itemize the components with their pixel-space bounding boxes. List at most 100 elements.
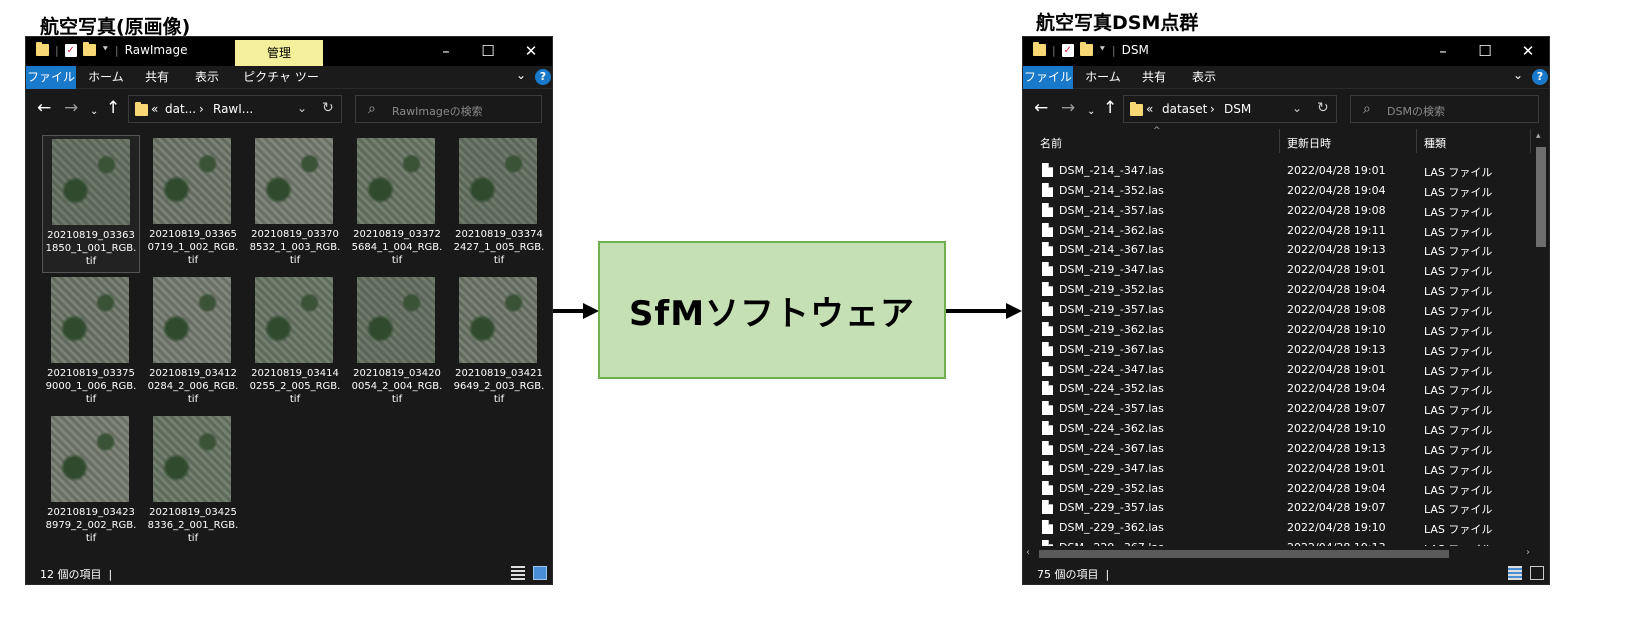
chevron-down-icon[interactable]: ⌄ <box>1292 101 1302 115</box>
search-input[interactable]: ⌕ RawImageの検索 <box>355 95 542 123</box>
file-row[interactable]: DSM_-219_-367.las 2022/04/28 19:13 LAS ファイ… <box>1023 340 1533 360</box>
file-row[interactable]: DSM_-214_-367.las 2022/04/28 19:13 LAS ファイ… <box>1023 240 1533 260</box>
close-icon[interactable]: ✕ <box>511 41 551 61</box>
scroll-up-icon[interactable]: ▴ <box>1536 131 1541 141</box>
help-icon[interactable]: ? <box>535 69 551 85</box>
maximize-icon[interactable]: ☐ <box>1465 41 1505 61</box>
image-thumbnail[interactable]: 20210819_034219649_2_003_RGB.tif <box>450 274 548 412</box>
file-date: 2022/04/28 19:11 <box>1287 223 1386 237</box>
image-thumbnail[interactable]: 20210819_033759000_1_006_RGB.tif <box>42 274 140 412</box>
file-row[interactable]: DSM_-214_-347.las 2022/04/28 19:01 LAS ファイ… <box>1023 161 1533 181</box>
details-view-icon[interactable] <box>1508 566 1522 580</box>
arrow-up-icon[interactable]: ↑ <box>1103 99 1117 117</box>
file-date: 2022/04/28 19:13 <box>1287 243 1386 257</box>
breadcrumb-prefix[interactable]: « <box>1146 102 1153 116</box>
image-thumbnail[interactable]: 20210819_034258336_2_001_RGB.tif <box>144 413 242 551</box>
new-folder-icon[interactable] <box>1079 42 1093 56</box>
maximize-icon[interactable]: ☐ <box>468 41 508 61</box>
file-row[interactable]: DSM_-219_-352.las 2022/04/28 19:04 LAS ファイ… <box>1023 280 1533 300</box>
thumbnail-filename: 20210819_034120284_2_006_RGB.tif <box>147 368 239 405</box>
arrow-left-icon[interactable]: ← <box>37 99 51 117</box>
image-thumbnail[interactable]: 20210819_033725684_1_004_RGB.tif <box>348 135 446 273</box>
file-row[interactable]: DSM_-229_-357.las 2022/04/28 19:07 LAS ファイ… <box>1023 498 1533 518</box>
column-type[interactable]: 種類 <box>1424 135 1446 151</box>
file-row[interactable]: DSM_-224_-362.las 2022/04/28 19:10 LAS ファイ… <box>1023 419 1533 439</box>
large-icons-view-icon[interactable] <box>1530 566 1544 580</box>
address-bar[interactable]: « dataset › DSM ⌄ ↻ <box>1123 95 1337 123</box>
arrow-right-icon[interactable]: → <box>1061 99 1075 117</box>
image-thumbnail[interactable]: 20210819_034120284_2_006_RGB.tif <box>144 274 242 412</box>
vertical-scrollbar[interactable]: ▴ ▾ <box>1533 129 1549 577</box>
scrollbar-thumb[interactable] <box>1536 147 1546 247</box>
file-row[interactable]: DSM_-224_-347.las 2022/04/28 19:01 LAS ファイ… <box>1023 360 1533 380</box>
details-view-icon[interactable] <box>511 566 525 580</box>
column-date[interactable]: 更新日時 <box>1287 135 1331 151</box>
file-row[interactable]: DSM_-224_-352.las 2022/04/28 19:04 LAS ファイ… <box>1023 379 1533 399</box>
arrow-right-icon[interactable]: → <box>64 99 78 117</box>
file-row[interactable]: DSM_-214_-357.las 2022/04/28 19:08 LAS ファイ… <box>1023 201 1533 221</box>
scrollbar-thumb[interactable] <box>1039 550 1449 558</box>
chevron-down-icon[interactable]: ⌄ <box>297 101 307 115</box>
close-icon[interactable]: ✕ <box>1508 41 1548 61</box>
customize-quick-access-icon[interactable]: ⯆ <box>102 45 109 55</box>
tab-home[interactable]: ホーム <box>82 66 130 89</box>
file-row[interactable]: DSM_-219_-347.las 2022/04/28 19:01 LAS ファイ… <box>1023 260 1533 280</box>
customize-quick-access-icon[interactable]: ⯆ <box>1099 45 1106 55</box>
image-thumbnail[interactable]: 20210819_033742427_1_005_RGB.tif <box>450 135 548 273</box>
refresh-icon[interactable]: ↻ <box>1317 100 1329 116</box>
image-thumbnail[interactable]: 20210819_034140255_2_005_RGB.tif <box>246 274 344 412</box>
horizontal-scrollbar[interactable]: ‹ › <box>1023 546 1533 562</box>
column-divider[interactable] <box>1416 129 1417 153</box>
column-divider[interactable] <box>1530 129 1531 153</box>
aerial-photo-thumbnail <box>459 277 537 363</box>
address-bar[interactable]: « dat... › RawI... ⌄ ↻ <box>128 95 342 123</box>
file-row[interactable]: DSM_-219_-357.las 2022/04/28 19:08 LAS ファイ… <box>1023 300 1533 320</box>
breadcrumb-prefix[interactable]: « <box>151 102 158 116</box>
image-thumbnail[interactable]: 20210819_033650719_1_002_RGB.tif <box>144 135 242 273</box>
image-thumbnail[interactable]: 20210819_033631850_1_001_RGB.tif <box>42 135 140 273</box>
scroll-left-icon[interactable]: ‹ <box>1026 547 1030 558</box>
arrow-left-icon[interactable]: ← <box>1034 99 1048 117</box>
minimize-icon[interactable]: – <box>426 41 466 61</box>
properties-icon[interactable]: ✓ <box>1061 43 1074 57</box>
image-thumbnail[interactable]: 20210819_033708532_1_003_RGB.tif <box>246 135 344 273</box>
new-folder-icon[interactable] <box>82 42 96 56</box>
scroll-right-icon[interactable]: › <box>1526 547 1530 558</box>
arrow-up-icon[interactable]: ↑ <box>106 99 120 117</box>
large-icons-view-icon[interactable] <box>533 566 547 580</box>
tab-picture-tools[interactable]: ピクチャ ツール <box>238 66 324 107</box>
file-row[interactable]: DSM_-229_-352.las 2022/04/28 19:04 LAS ファイ… <box>1023 479 1533 499</box>
file-row[interactable]: DSM_-214_-352.las 2022/04/28 19:04 LAS ファイ… <box>1023 181 1533 201</box>
chevron-down-icon[interactable]: ⌄ <box>90 103 98 121</box>
chevron-down-icon[interactable]: ⌄ <box>1087 103 1095 121</box>
refresh-icon[interactable]: ↻ <box>322 100 334 116</box>
properties-icon[interactable]: ✓ <box>64 43 77 57</box>
breadcrumb-dsm[interactable]: DSM <box>1224 102 1251 116</box>
tab-manage[interactable]: 管理 <box>235 40 323 66</box>
column-divider[interactable] <box>1279 129 1280 153</box>
chevron-down-icon[interactable]: ⌄ <box>1513 68 1523 82</box>
image-thumbnail[interactable]: 20210819_034200054_2_004_RGB.tif <box>348 274 446 412</box>
chevron-down-icon[interactable]: ⌄ <box>516 68 526 82</box>
file-row[interactable]: DSM_-224_-357.las 2022/04/28 19:07 LAS ファイ… <box>1023 399 1533 419</box>
tab-view[interactable]: 表示 <box>184 66 230 89</box>
file-row[interactable]: DSM_-224_-367.las 2022/04/28 19:13 LAS ファイ… <box>1023 439 1533 459</box>
search-input[interactable]: ⌕ DSMの検索 <box>1350 95 1539 123</box>
tab-share[interactable]: 共有 <box>1131 66 1177 89</box>
breadcrumb-dataset[interactable]: dataset <box>1162 102 1207 116</box>
tab-file[interactable]: ファイル <box>1023 66 1073 89</box>
tab-home[interactable]: ホーム <box>1079 66 1127 89</box>
breadcrumb-rawimage[interactable]: RawI... <box>213 102 253 116</box>
breadcrumb-dataset[interactable]: dat... <box>165 102 196 116</box>
image-thumbnail[interactable]: 20210819_034238979_2_002_RGB.tif <box>42 413 140 551</box>
tab-file[interactable]: ファイル <box>26 66 76 89</box>
tab-share[interactable]: 共有 <box>134 66 180 89</box>
column-name[interactable]: 名前 <box>1040 135 1062 151</box>
file-row[interactable]: DSM_-229_-347.las 2022/04/28 19:01 LAS ファイ… <box>1023 459 1533 479</box>
minimize-icon[interactable]: – <box>1423 41 1463 61</box>
help-icon[interactable]: ? <box>1532 69 1548 85</box>
tab-view[interactable]: 表示 <box>1181 66 1227 89</box>
file-row[interactable]: DSM_-214_-362.las 2022/04/28 19:11 LAS ファイ… <box>1023 221 1533 241</box>
file-row[interactable]: DSM_-219_-362.las 2022/04/28 19:10 LAS ファイ… <box>1023 320 1533 340</box>
file-row[interactable]: DSM_-229_-362.las 2022/04/28 19:10 LAS ファイ… <box>1023 518 1533 538</box>
